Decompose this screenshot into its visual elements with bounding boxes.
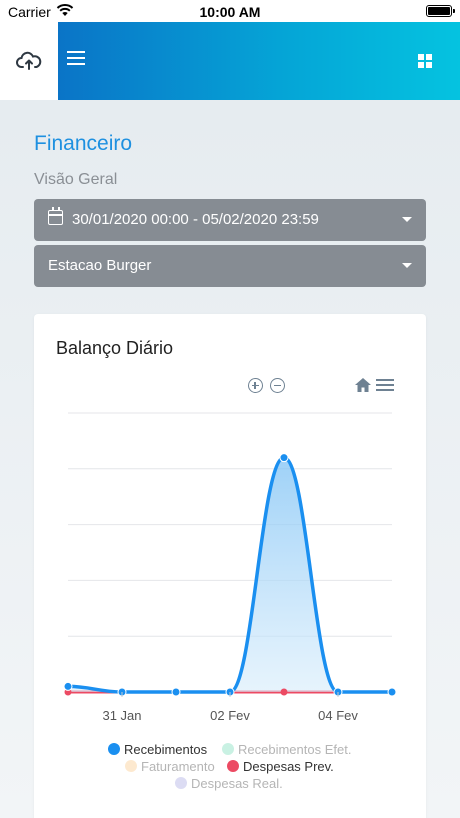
data-point-recebimentos bbox=[279, 453, 289, 463]
date-range-select[interactable]: 30/01/2020 00:00 - 05/02/2020 23:59 bbox=[34, 199, 426, 241]
data-point-despesas-prev bbox=[280, 688, 288, 696]
hamburger-icon[interactable] bbox=[67, 51, 85, 65]
store-value: Estacao Burger bbox=[48, 257, 152, 274]
chevron-down-icon bbox=[402, 217, 412, 222]
cloud-upload-icon bbox=[16, 51, 42, 70]
page-subtitle: Visão Geral bbox=[34, 171, 118, 188]
top-navbar bbox=[0, 22, 460, 100]
legend-label: Faturamento bbox=[141, 759, 215, 774]
legend-label: Recebimentos Efet. bbox=[238, 742, 352, 757]
x-tick-label: 31 Jan bbox=[102, 708, 141, 723]
legend-marker bbox=[175, 777, 187, 789]
legend-marker bbox=[108, 743, 120, 755]
date-range-value: 30/01/2020 00:00 - 05/02/2020 23:59 bbox=[72, 211, 319, 228]
series-line-recebimentos bbox=[67, 455, 392, 694]
legend-marker bbox=[227, 760, 239, 772]
nav-bar bbox=[58, 22, 460, 100]
data-point-recebimentos bbox=[63, 681, 73, 691]
calendar-icon bbox=[48, 207, 63, 225]
store-select[interactable]: Estacao Burger bbox=[34, 245, 426, 287]
legend-label: Despesas Prev. bbox=[243, 759, 334, 774]
legend-label: Recebimentos bbox=[124, 742, 208, 757]
grid-icon[interactable] bbox=[418, 54, 432, 68]
data-point-recebimentos bbox=[171, 687, 181, 697]
series-area-recebimentos bbox=[68, 457, 392, 692]
x-tick-label: 02 Fev bbox=[210, 708, 250, 723]
battery-icon bbox=[426, 5, 455, 17]
status-bar: Carrier 10:00 AM bbox=[0, 0, 460, 22]
main-content: Financeiro Visão Geral 30/01/2020 00:00 … bbox=[0, 100, 460, 818]
legend-marker bbox=[125, 760, 137, 772]
upload-button[interactable] bbox=[0, 22, 58, 100]
chart-card: Balanço Diário 31 Jan 02 Fev 04 Fev Recebi… bbox=[34, 314, 426, 818]
chart-plot: 31 Jan 02 Fev 04 Fev bbox=[63, 412, 397, 723]
status-time: 10:00 AM bbox=[199, 4, 261, 20]
x-tick-label: 04 Fev bbox=[318, 708, 358, 723]
page-title: Financeiro bbox=[34, 132, 133, 155]
data-point-recebimentos bbox=[387, 687, 397, 697]
chevron-down-icon bbox=[402, 263, 412, 268]
legend-marker bbox=[222, 743, 234, 755]
legend-label: Despesas Real. bbox=[191, 776, 283, 791]
